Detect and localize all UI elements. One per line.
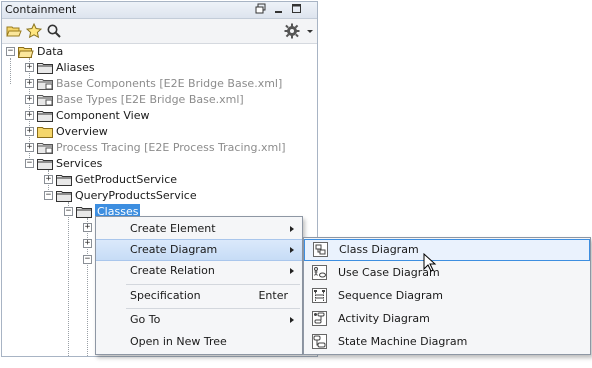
package-icon <box>37 62 53 74</box>
sequence-diagram-icon <box>312 288 327 303</box>
tree-node-label: Overview <box>56 125 108 138</box>
expand-toggle[interactable]: + <box>83 239 92 248</box>
submenu-arrow-icon <box>290 317 294 323</box>
submenu-item-activity-diagram[interactable]: Activity Diagram <box>304 308 590 330</box>
context-menu: Create Element Create Diagram Create Rel… <box>95 216 303 355</box>
menu-item-open-in-new-tree[interactable]: Open in New Tree <box>96 331 302 353</box>
menu-item-label: Open in New Tree <box>130 335 227 348</box>
shared-package-icon <box>37 94 53 106</box>
class-diagram-icon <box>313 242 328 257</box>
shared-package-icon <box>37 78 53 90</box>
menu-item-specification[interactable]: Specification Enter <box>96 285 302 307</box>
package-icon <box>37 158 53 170</box>
expand-toggle[interactable]: + <box>25 63 34 72</box>
panel-titlebar: Containment <box>2 2 317 19</box>
tree-connector <box>68 202 69 356</box>
minimize-window-icon[interactable] <box>272 3 285 16</box>
menu-item-go-to[interactable]: Go To <box>96 309 302 331</box>
menu-item-shortcut: Enter <box>258 289 288 302</box>
expand-toggle[interactable]: + <box>25 111 34 120</box>
submenu-arrow-icon <box>290 247 294 253</box>
gear-icon[interactable] <box>284 23 300 39</box>
collapse-toggle[interactable]: − <box>44 191 53 200</box>
create-diagram-submenu: Class Diagram Use Case Diagram Sequence … <box>303 237 591 355</box>
shared-package-icon <box>37 142 53 154</box>
dropdown-arrow-icon[interactable] <box>305 23 315 39</box>
menu-item-label: Create Element <box>130 222 216 235</box>
expand-toggle[interactable]: + <box>25 143 34 152</box>
tree-node-label: Process Tracing [E2E Process Tracing.xml… <box>56 141 286 154</box>
package-open-icon <box>17 46 34 58</box>
expand-toggle[interactable]: + <box>25 79 34 88</box>
tree-node-label: Aliases <box>56 61 95 74</box>
submenu-item-use-case-diagram[interactable]: Use Case Diagram <box>304 262 590 284</box>
folder-icon <box>37 126 53 138</box>
expand-toggle[interactable]: + <box>25 95 34 104</box>
expand-toggle[interactable]: + <box>25 127 34 136</box>
panel-title: Containment <box>5 3 77 16</box>
package-icon <box>56 190 72 202</box>
tree-node-label: GetProductService <box>75 173 178 186</box>
submenu-item-label: Class Diagram <box>339 243 419 256</box>
use-case-diagram-icon <box>312 265 327 280</box>
submenu-arrow-icon <box>290 268 294 274</box>
package-icon <box>76 206 92 218</box>
collapse-toggle[interactable]: − <box>25 159 34 168</box>
tree-node-label: QueryProductsService <box>75 189 197 202</box>
state-machine-diagram-icon <box>312 334 327 349</box>
submenu-item-class-diagram[interactable]: Class Diagram <box>304 239 590 261</box>
submenu-item-label: Activity Diagram <box>338 312 430 325</box>
submenu-arrow-icon <box>290 226 294 232</box>
submenu-item-label: Sequence Diagram <box>338 289 443 302</box>
mouse-pointer-icon <box>423 253 437 272</box>
menu-item-label: Go To <box>130 313 161 326</box>
tree-node-label: Data <box>37 45 64 58</box>
panel-toolbar <box>2 19 317 44</box>
open-folder-icon[interactable] <box>6 23 22 39</box>
maximize-window-icon[interactable] <box>290 3 303 16</box>
tree-connector <box>10 58 11 84</box>
submenu-item-state-machine-diagram[interactable]: State Machine Diagram <box>304 331 590 353</box>
star-icon[interactable] <box>25 22 43 39</box>
search-icon[interactable] <box>46 23 62 39</box>
menu-item-create-element[interactable]: Create Element <box>96 218 302 240</box>
menu-item-label: Specification <box>130 289 201 302</box>
submenu-item-label: State Machine Diagram <box>338 335 468 348</box>
tree-node-label: Component View <box>56 109 150 122</box>
menu-item-create-relation[interactable]: Create Relation <box>96 260 302 282</box>
tree-node-label: Base Components [E2E Bridge Base.xml] <box>56 77 283 90</box>
expand-toggle[interactable]: + <box>83 223 92 232</box>
tree-node-label: Services <box>56 157 103 170</box>
package-icon <box>37 110 53 122</box>
collapse-toggle[interactable]: − <box>83 255 92 264</box>
submenu-item-sequence-diagram[interactable]: Sequence Diagram <box>304 285 590 307</box>
expand-toggle[interactable]: + <box>44 175 53 184</box>
collapse-toggle[interactable]: − <box>64 207 73 216</box>
menu-item-label: Create Relation <box>130 264 215 277</box>
menu-item-create-diagram[interactable]: Create Diagram <box>96 239 302 261</box>
collapse-toggle[interactable]: − <box>6 47 15 56</box>
activity-diagram-icon <box>312 311 327 326</box>
restore-window-icon[interactable] <box>254 3 267 16</box>
tree-node-label: Base Types [E2E Bridge Base.xml] <box>56 93 244 106</box>
menu-item-label: Create Diagram <box>130 243 218 256</box>
package-icon <box>56 174 72 186</box>
